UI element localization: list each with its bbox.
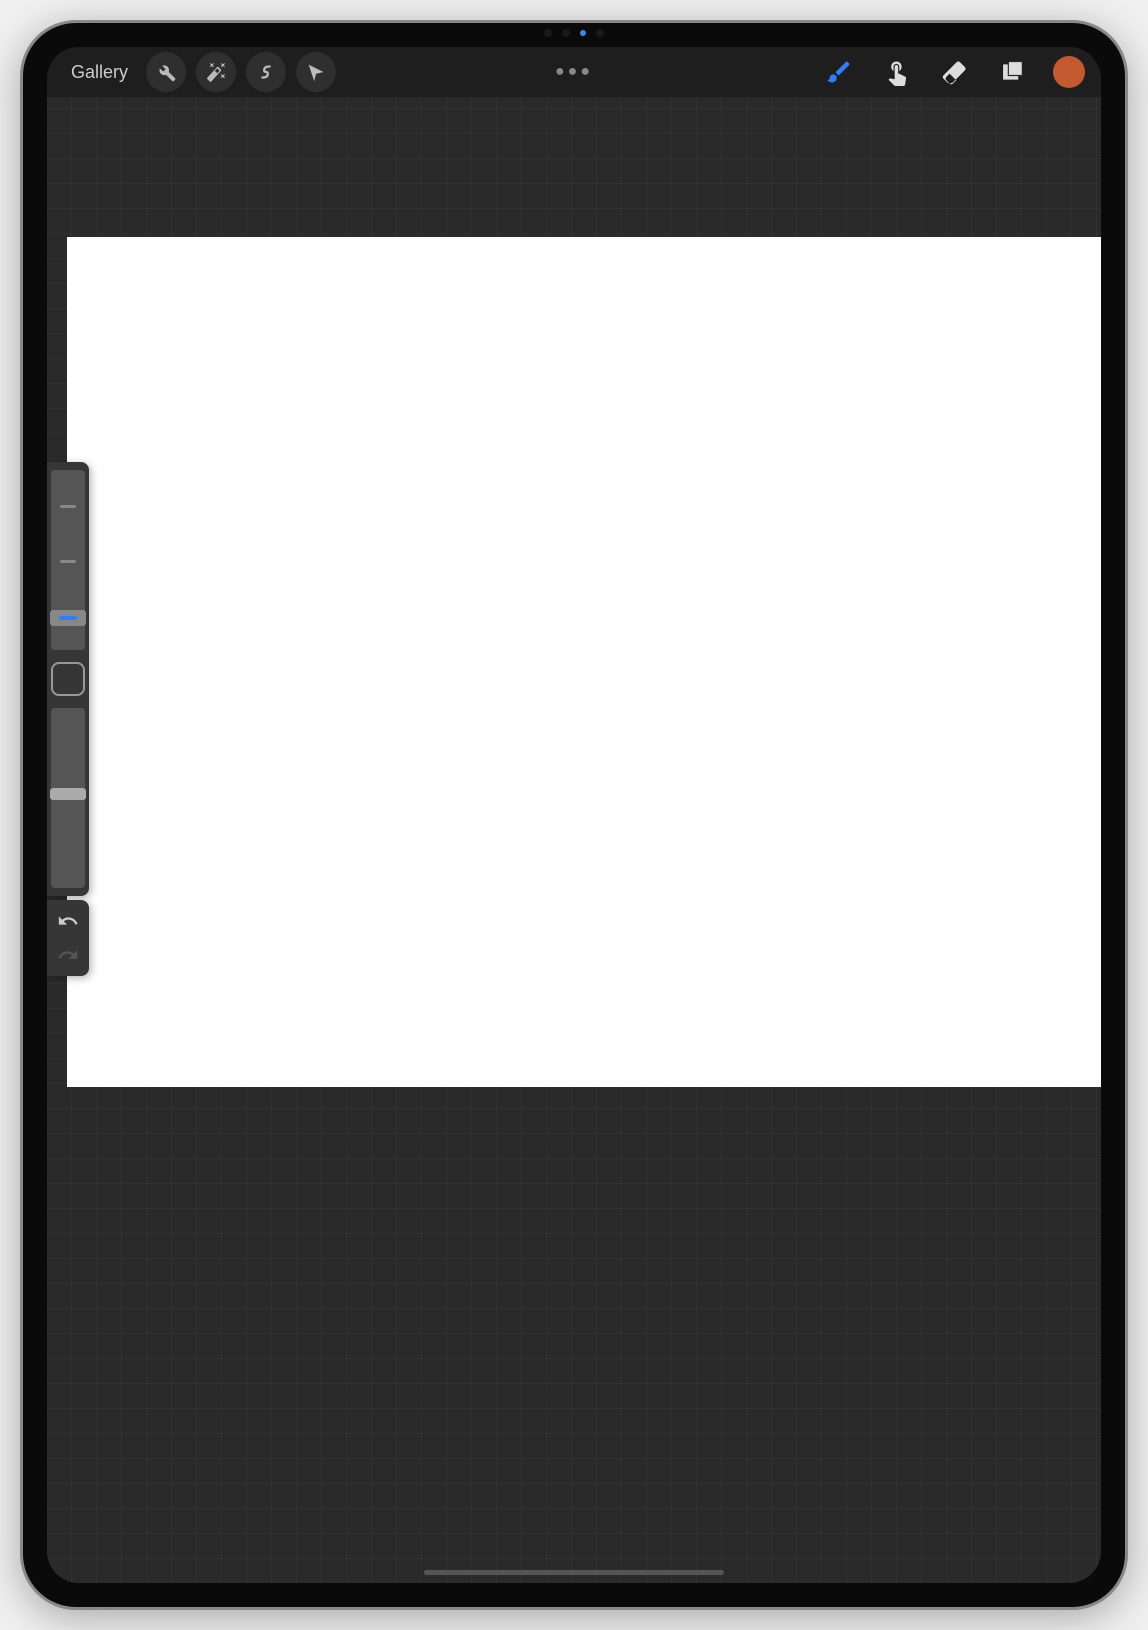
smudge-icon bbox=[883, 58, 911, 86]
selection-icon bbox=[255, 61, 277, 83]
more-options-button[interactable]: ●●● bbox=[555, 63, 593, 81]
eraser-icon bbox=[941, 58, 969, 86]
smudge-button[interactable] bbox=[879, 54, 915, 90]
camera-indicator bbox=[580, 30, 586, 36]
undo-redo-panel bbox=[47, 900, 89, 976]
cursor-icon bbox=[305, 61, 327, 83]
slider-panel bbox=[47, 462, 89, 896]
ipad-screen: Gallery bbox=[47, 47, 1101, 1583]
brush-handle-indicator bbox=[59, 616, 77, 620]
redo-button[interactable] bbox=[51, 938, 85, 972]
color-picker-button[interactable] bbox=[1053, 56, 1085, 88]
brush-size-slider[interactable] bbox=[51, 470, 85, 650]
wand-icon bbox=[205, 61, 227, 83]
toolbar-left: Gallery bbox=[63, 52, 336, 92]
gallery-button[interactable]: Gallery bbox=[63, 58, 136, 87]
eraser-button[interactable] bbox=[937, 54, 973, 90]
top-toolbar: Gallery bbox=[47, 47, 1101, 97]
modify-button[interactable] bbox=[51, 662, 85, 696]
camera-notch bbox=[544, 29, 604, 37]
layers-icon bbox=[999, 58, 1027, 86]
camera-lens bbox=[544, 29, 552, 37]
brush-icon bbox=[825, 58, 853, 86]
home-indicator[interactable] bbox=[424, 1570, 724, 1575]
workspace-background bbox=[47, 97, 1101, 1583]
undo-icon bbox=[57, 910, 79, 932]
opacity-handle[interactable] bbox=[50, 788, 86, 800]
wrench-icon bbox=[155, 61, 177, 83]
left-sidebar bbox=[47, 462, 89, 976]
camera-lens bbox=[562, 29, 570, 37]
slider-marker bbox=[60, 505, 76, 508]
layers-button[interactable] bbox=[995, 54, 1031, 90]
toolbar-right bbox=[821, 54, 1085, 90]
ipad-device-frame: Gallery bbox=[20, 20, 1128, 1610]
selection-button[interactable] bbox=[246, 52, 286, 92]
slider-marker bbox=[60, 560, 76, 563]
camera-lens bbox=[596, 29, 604, 37]
adjustments-button[interactable] bbox=[196, 52, 236, 92]
undo-button[interactable] bbox=[51, 904, 85, 938]
brush-button[interactable] bbox=[821, 54, 857, 90]
canvas[interactable] bbox=[67, 237, 1101, 1087]
redo-icon bbox=[57, 944, 79, 966]
opacity-slider[interactable] bbox=[51, 708, 85, 888]
transform-button[interactable] bbox=[296, 52, 336, 92]
brush-size-handle[interactable] bbox=[50, 610, 86, 626]
actions-button[interactable] bbox=[146, 52, 186, 92]
